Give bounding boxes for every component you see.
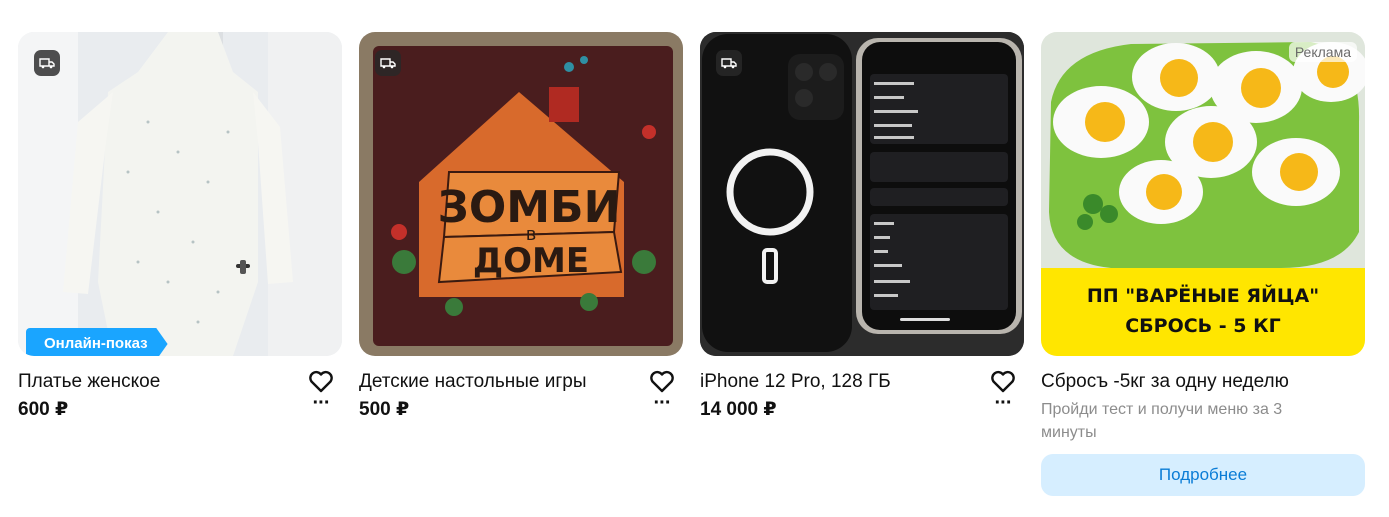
listing-card[interactable]: Онлайн-показ Платье женское 600 ₽ ··· — [18, 32, 342, 424]
listing-title[interactable]: iPhone 12 Pro, 128 ГБ — [700, 368, 980, 396]
online-showing-badge: Онлайн-показ — [26, 328, 168, 356]
ad-photo[interactable]: Реклама ПП "ВАРЁНЫЕ ЯЙЦА" СБРОСЬ - 5 КГ — [1041, 32, 1365, 356]
heart-icon[interactable] — [308, 370, 334, 394]
listing-card[interactable]: ЗОМБИ в ДОМЕ Детские настольные игры 500… — [359, 32, 683, 424]
game-cover-subtitle: ДОМЕ — [473, 241, 589, 281]
delivery-icon — [375, 50, 401, 76]
more-icon[interactable]: ··· — [992, 393, 1014, 413]
listing-photo[interactable]: ЗОМБИ в ДОМЕ — [359, 32, 683, 356]
listing-info: Детские настольные игры 500 ₽ ··· — [359, 356, 683, 424]
listing-price: 14 000 ₽ — [700, 399, 777, 420]
more-icon[interactable]: ··· — [651, 393, 673, 413]
ad-title[interactable]: Сбросъ -5кг за одну неделю — [1041, 368, 1365, 396]
listing-grid: Онлайн-показ Платье женское 600 ₽ ··· ЗО… — [0, 0, 1389, 517]
listing-info: Платье женское 600 ₽ ··· — [18, 356, 342, 424]
iphone-photo — [700, 32, 1024, 356]
delivery-icon — [34, 50, 60, 76]
board-game-photo: ЗОМБИ в ДОМЕ — [359, 32, 683, 356]
listing-price: 600 ₽ — [18, 399, 69, 420]
ad-subtitle: Пройди тест и получи меню за 3 минуты — [1041, 401, 1283, 441]
ad-banner: ПП "ВАРЁНЫЕ ЯЙЦА" СБРОСЬ - 5 КГ — [1041, 268, 1365, 356]
listing-info: iPhone 12 Pro, 128 ГБ 14 000 ₽ ··· — [700, 356, 1024, 424]
delivery-icon — [716, 50, 742, 76]
ad-label: Реклама — [1288, 42, 1357, 62]
listing-price: 500 ₽ — [359, 399, 410, 420]
dress-photo — [18, 32, 342, 356]
ad-banner-line2: СБРОСЬ - 5 КГ — [1125, 315, 1281, 337]
ad-card[interactable]: Реклама ПП "ВАРЁНЫЕ ЯЙЦА" СБРОСЬ - 5 КГ … — [1041, 32, 1365, 496]
listing-photo[interactable]: Онлайн-показ — [18, 32, 342, 356]
ad-banner-line1: ПП "ВАРЁНЫЕ ЯЙЦА" — [1086, 285, 1320, 307]
ad-more-button[interactable]: Подробнее — [1041, 454, 1365, 496]
listing-title[interactable]: Детские настольные игры — [359, 368, 639, 396]
ad-info: Сбросъ -5кг за одну неделю Пройди тест и… — [1041, 356, 1365, 496]
heart-icon[interactable] — [990, 370, 1016, 394]
listing-title[interactable]: Платье женское — [18, 368, 298, 396]
listing-photo[interactable] — [700, 32, 1024, 356]
listing-card[interactable]: iPhone 12 Pro, 128 ГБ 14 000 ₽ ··· — [700, 32, 1024, 424]
more-icon[interactable]: ··· — [310, 393, 332, 413]
heart-icon[interactable] — [649, 370, 675, 394]
